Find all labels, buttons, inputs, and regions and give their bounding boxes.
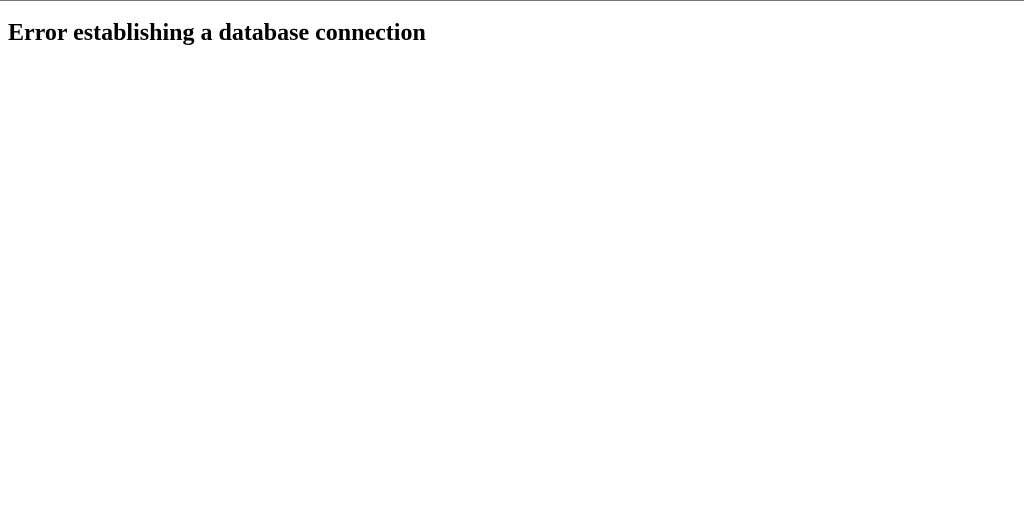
error-page: Error establishing a database connection <box>0 0 1024 516</box>
error-heading: Error establishing a database connection <box>8 19 1016 48</box>
